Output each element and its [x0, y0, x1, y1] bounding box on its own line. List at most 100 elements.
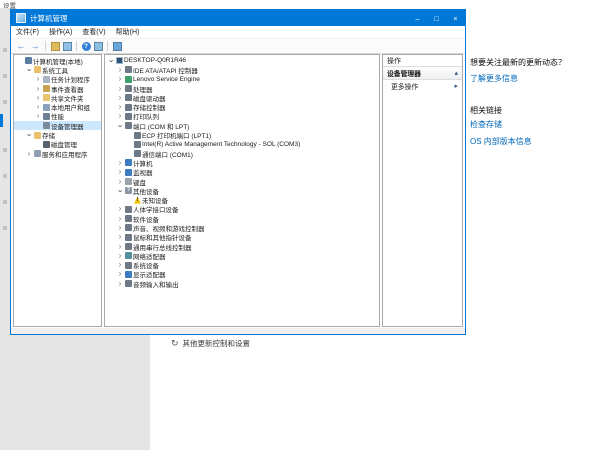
tree-item[interactable]: ›音频输入和输出 [105, 279, 379, 288]
tree-item[interactable]: ›共享文件夹 [14, 93, 101, 102]
tree-item[interactable]: › IDE ATA/ATAPI 控制器 [105, 65, 379, 74]
expander-icon[interactable]: › [34, 103, 42, 111]
learn-more-link[interactable]: 了解更多信息 [470, 73, 518, 84]
expander-icon[interactable]: › [116, 112, 124, 120]
maximize-button[interactable]: □ [427, 10, 446, 26]
settings-nav-icon [3, 226, 7, 230]
help-icon[interactable]: ? [82, 42, 91, 51]
expander-icon[interactable]: › [116, 280, 124, 288]
tree-item[interactable]: ›性能 [14, 112, 101, 121]
back-arrow-icon[interactable]: ← [16, 42, 27, 51]
tree-item[interactable]: ›网络适配器 [105, 251, 379, 260]
tree-item[interactable]: ›存储 [14, 130, 101, 139]
tree-item-label: IDE ATA/ATAPI 控制器 [132, 65, 198, 75]
folder-icon[interactable] [51, 42, 60, 51]
tree-item[interactable]: ›系统设备 [105, 261, 379, 270]
menu-item[interactable]: 帮助(H) [111, 27, 145, 37]
expander-icon[interactable]: › [25, 131, 33, 139]
expander-icon[interactable]: › [116, 261, 124, 269]
tree-item[interactable]: ECP 打印机端口 (LPT1) [105, 130, 379, 139]
expander-icon[interactable]: › [34, 75, 42, 83]
expander-icon[interactable]: › [116, 168, 124, 176]
tree-item[interactable]: 设备管理器 [14, 121, 101, 130]
expander-icon[interactable]: › [116, 159, 124, 167]
tree-item[interactable]: ›人体学接口设备 [105, 205, 379, 214]
menu-item[interactable]: 查看(V) [77, 27, 110, 37]
disk-drive-icon [125, 94, 132, 101]
menu-item[interactable]: 操作(A) [44, 27, 77, 37]
tree-item[interactable]: Intel(R) Active Management Technology - … [105, 140, 379, 149]
settings-nav-pane-bottom [0, 335, 150, 450]
tree-item[interactable]: ›端口 (COM 和 LPT) [105, 121, 379, 130]
expander-icon[interactable]: › [116, 187, 124, 195]
tree-item[interactable]: ›磁盘驱动器 [105, 93, 379, 102]
actions-group-device-manager[interactable]: 设备管理器 ▴ [383, 67, 462, 80]
settings-nav-icon [3, 74, 7, 78]
expander-icon[interactable]: › [116, 270, 124, 278]
menu-item[interactable]: 文件(F) [11, 27, 44, 37]
expander-icon[interactable]: › [25, 150, 33, 158]
expander-icon[interactable]: › [25, 66, 33, 74]
expander-icon[interactable]: › [107, 57, 115, 65]
tree-item[interactable]: ›打印队列 [105, 112, 379, 121]
expander-icon[interactable]: › [34, 112, 42, 120]
tree-item[interactable]: ›软件设备 [105, 214, 379, 223]
console-tree-panel: 计算机管理(本地)›系统工具›任务计划程序›事件查看器›共享文件夹›本地用户和组… [13, 54, 102, 327]
minimize-button[interactable]: – [408, 10, 427, 26]
expander-icon[interactable]: › [116, 224, 124, 232]
ide-controller-icon [125, 66, 132, 73]
expander-icon[interactable]: › [116, 75, 124, 83]
tree-item[interactable]: ›计算机 [105, 158, 379, 167]
expander-icon[interactable]: › [116, 243, 124, 251]
other-update-settings-row[interactable]: ↻ 其他更新控制和设置 [171, 338, 250, 349]
expander-icon[interactable]: › [116, 205, 124, 213]
computer-management-icon [25, 57, 32, 64]
toolbar-separator [107, 41, 108, 51]
expander-icon[interactable]: › [116, 215, 124, 223]
tree-item[interactable]: ›?其他设备 [105, 186, 379, 195]
usb-controllers-icon [125, 243, 132, 250]
tree-item[interactable]: ›事件查看器 [14, 84, 101, 93]
tree-item[interactable]: !未知设备 [105, 195, 379, 204]
expander-icon[interactable]: › [34, 94, 42, 102]
forward-arrow-icon[interactable]: → [30, 42, 41, 51]
expander-icon[interactable]: › [116, 178, 124, 186]
os-build-info-link[interactable]: OS 内部版本信息 [470, 136, 532, 147]
tree-item[interactable]: ›存储控制器 [105, 102, 379, 111]
expander-icon[interactable]: › [116, 233, 124, 241]
port-device-icon [134, 141, 141, 148]
console-icon[interactable] [63, 42, 72, 51]
remote-icon[interactable] [113, 42, 122, 51]
more-actions-item[interactable]: 更多操作 ▸ [383, 80, 462, 92]
tree-item[interactable]: ›监视器 [105, 168, 379, 177]
tree-item[interactable]: ›DESKTOP-Q0R1R46 [105, 56, 379, 65]
expander-icon[interactable]: › [116, 85, 124, 93]
expander-icon[interactable]: › [116, 122, 124, 130]
tree-item[interactable]: ›显示适配器 [105, 270, 379, 279]
tree-item[interactable]: ›Lenovo Service Engine [105, 75, 379, 84]
window-bottom-strip [11, 328, 465, 334]
tree-item[interactable]: ›任务计划程序 [14, 75, 101, 84]
titlebar[interactable]: 计算机管理 – □ × [11, 10, 465, 26]
tree-item[interactable]: 通信端口 (COM1) [105, 149, 379, 158]
console-icon[interactable] [94, 42, 103, 51]
tree-item[interactable]: 磁盘管理 [14, 140, 101, 149]
tree-item[interactable]: ›声音、视频和游戏控制器 [105, 223, 379, 232]
check-storage-link[interactable]: 检查存储 [470, 119, 502, 130]
tree-item[interactable]: 计算机管理(本地) [14, 56, 101, 65]
tree-item[interactable]: ›服务和应用程序 [14, 149, 101, 158]
expander-icon[interactable]: › [116, 66, 124, 74]
close-button[interactable]: × [446, 10, 465, 26]
expander-icon[interactable]: › [34, 85, 42, 93]
menu-bar: 文件(F)操作(A)查看(V)帮助(H) [11, 26, 465, 39]
tree-item[interactable]: ›通用串行总线控制器 [105, 242, 379, 251]
tree-item[interactable]: ›系统工具 [14, 65, 101, 74]
expander-icon[interactable]: › [116, 94, 124, 102]
tree-item[interactable]: ›键盘 [105, 177, 379, 186]
collapse-icon[interactable]: ▴ [454, 69, 458, 77]
tree-item[interactable]: ›本地用户和组 [14, 102, 101, 111]
tree-item[interactable]: ›处理器 [105, 84, 379, 93]
expander-icon[interactable]: › [116, 252, 124, 260]
expander-icon[interactable]: › [116, 103, 124, 111]
tree-item[interactable]: ›鼠标和其他指针设备 [105, 233, 379, 242]
